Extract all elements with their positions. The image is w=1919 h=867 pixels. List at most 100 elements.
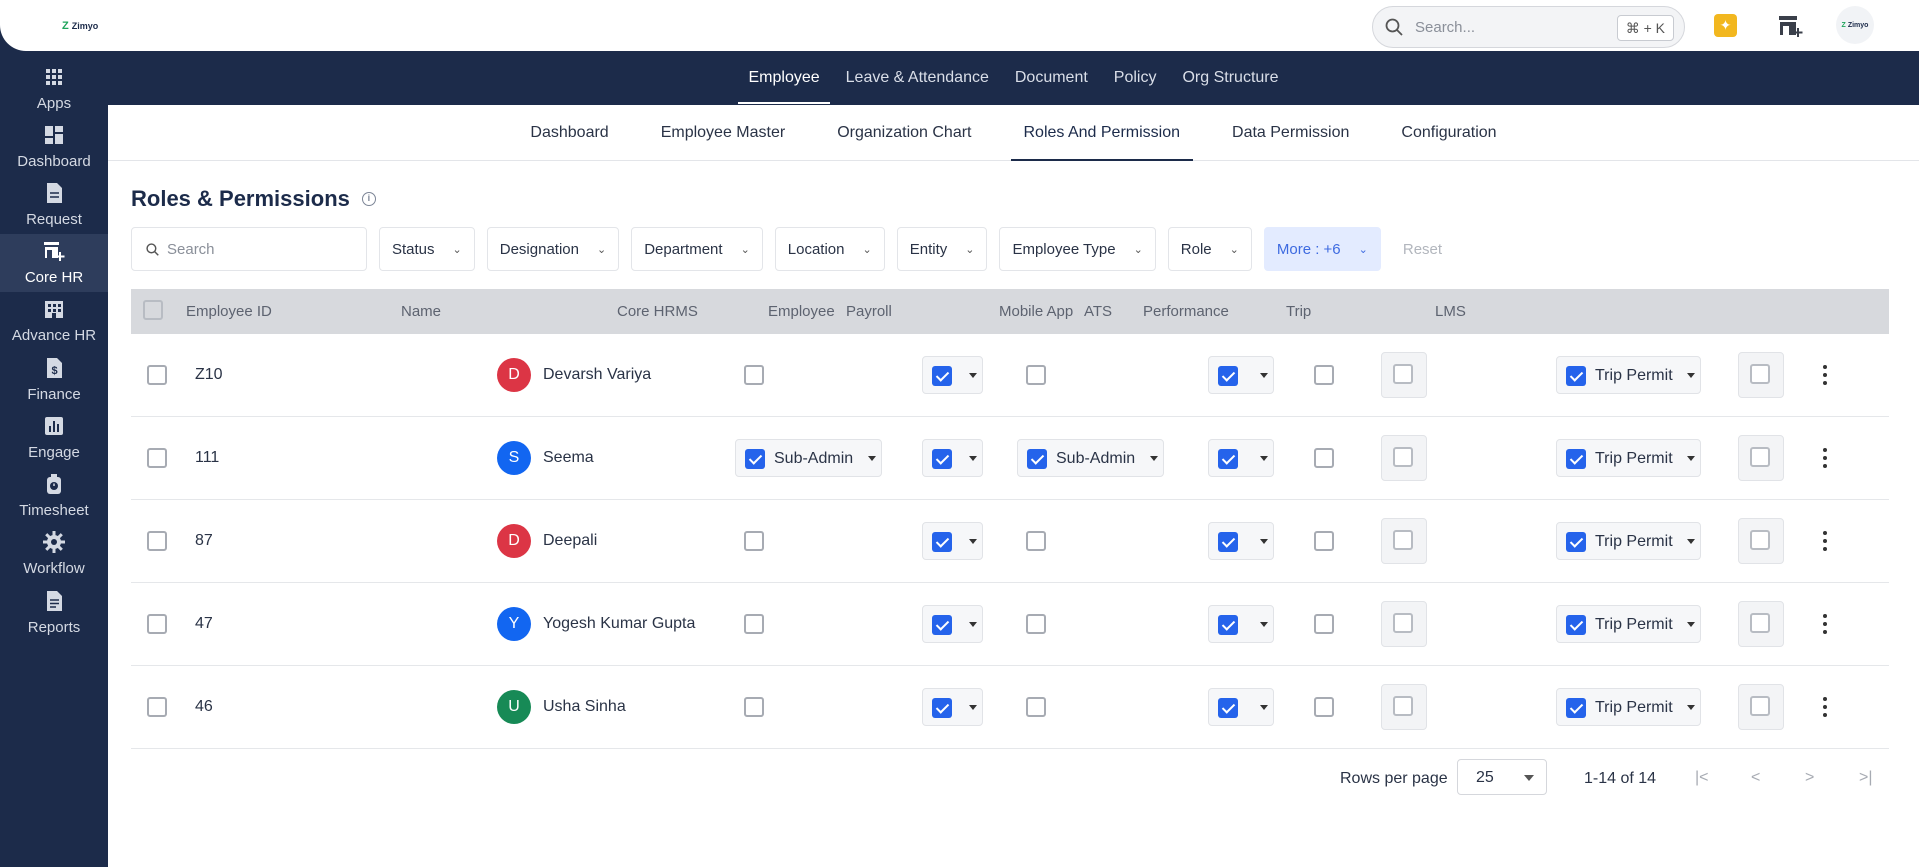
more-options-icon[interactable] [1822,697,1828,717]
payroll-role-dropdown[interactable]: Sub-Admin [1017,439,1164,477]
filter-designation-dropdown[interactable]: Designation ⌄ [486,227,620,271]
lms-checkbox[interactable] [1738,684,1784,730]
performance-checkbox[interactable] [1381,352,1427,398]
sidebar-item-core-hr[interactable]: Core HR [0,234,108,292]
trip-permit-dropdown[interactable]: Trip Permit [1556,439,1701,477]
tab-dashboard[interactable]: Dashboard [517,106,621,160]
last-page-icon[interactable]: >| [1859,769,1873,787]
tab-roles-and-permission[interactable]: Roles And Permission [1010,106,1194,161]
row-select-checkbox[interactable] [147,697,167,717]
sidebar-item-engage[interactable]: Engage [0,409,108,467]
core-hrms-checkbox[interactable] [744,614,764,634]
filter-role-dropdown[interactable]: Role ⌄ [1167,227,1252,271]
trip-permit-dropdown[interactable]: Trip Permit [1556,688,1701,726]
checkbox-checked[interactable] [932,449,952,469]
checkbox-checked[interactable] [1566,449,1586,469]
employee-name[interactable]: Deepali [543,532,597,550]
tab-employee-master[interactable]: Employee Master [648,106,799,160]
employee-access-dropdown[interactable] [922,356,983,394]
employee-access-dropdown[interactable] [922,522,983,560]
filter-employee-type-dropdown[interactable]: Employee Type ⌄ [999,227,1156,271]
checkbox-checked[interactable] [1566,698,1586,718]
checkbox-checked[interactable] [1566,366,1586,386]
checkbox-checked[interactable] [1218,449,1238,469]
lms-checkbox[interactable] [1738,352,1784,398]
checkbox[interactable] [1393,530,1413,550]
employee-access-dropdown[interactable] [922,605,983,643]
select-all-checkbox[interactable] [143,300,163,320]
sidebar-item-advance-hr[interactable]: Advance HR [0,292,108,350]
ats-checkbox[interactable] [1314,448,1334,468]
checkbox[interactable] [1393,696,1413,716]
row-select-checkbox[interactable] [147,365,167,385]
tab-data-permission[interactable]: Data Permission [1219,106,1362,160]
employee-access-dropdown[interactable] [922,439,983,477]
next-page-icon[interactable]: > [1805,769,1814,787]
more-options-icon[interactable] [1822,448,1828,468]
checkbox-checked[interactable] [1027,449,1047,469]
filter-more-dropdown[interactable]: More : +6 ⌄ [1263,227,1381,271]
employee-name[interactable]: Usha Sinha [543,698,626,716]
trip-permit-dropdown[interactable]: Trip Permit [1556,356,1701,394]
prev-page-icon[interactable]: < [1751,769,1760,787]
filter-department-dropdown[interactable]: Department ⌄ [631,227,763,271]
sidebar-item-finance[interactable]: $ Finance [0,351,108,409]
brand-logo[interactable]: Z Zimyo [62,20,98,32]
sidebar-item-timesheet[interactable]: Timesheet [0,467,108,525]
sidebar-item-request[interactable]: Request [0,176,108,234]
core-hrms-role-dropdown[interactable]: Sub-Admin [735,439,882,477]
more-options-icon[interactable] [1822,365,1828,385]
checkbox[interactable] [1393,364,1413,384]
checkbox-checked[interactable] [1218,615,1238,635]
mobile-app-access-dropdown[interactable] [1208,439,1274,477]
ats-checkbox[interactable] [1314,365,1334,385]
user-avatar[interactable]: Z Zimyo [1836,6,1874,44]
lms-checkbox[interactable] [1738,518,1784,564]
more-options-icon[interactable] [1822,531,1828,551]
checkbox-checked[interactable] [745,449,765,469]
ats-checkbox[interactable] [1314,531,1334,551]
ats-checkbox[interactable] [1314,614,1334,634]
checkbox[interactable] [1750,696,1770,716]
payroll-checkbox[interactable] [1026,531,1046,551]
mobile-app-access-dropdown[interactable] [1208,688,1274,726]
tab-organization-chart[interactable]: Organization Chart [824,106,984,160]
employee-name[interactable]: Seema [543,449,594,467]
checkbox-checked[interactable] [932,366,952,386]
performance-checkbox[interactable] [1381,435,1427,481]
checkbox[interactable] [1750,530,1770,550]
lms-checkbox[interactable] [1738,435,1784,481]
checkbox-checked[interactable] [1218,532,1238,552]
row-select-checkbox[interactable] [147,614,167,634]
payroll-checkbox[interactable] [1026,614,1046,634]
checkbox-checked[interactable] [1566,615,1586,635]
core-hrms-checkbox[interactable] [744,365,764,385]
checkbox-checked[interactable] [1218,698,1238,718]
main-nav-org-structure[interactable]: Org Structure [1182,52,1278,104]
trip-permit-dropdown[interactable]: Trip Permit [1556,522,1701,560]
mobile-app-access-dropdown[interactable] [1208,605,1274,643]
performance-checkbox[interactable] [1381,684,1427,730]
sidebar-item-reports[interactable]: Reports [0,584,108,642]
lms-checkbox[interactable] [1738,601,1784,647]
core-hrms-checkbox[interactable] [744,697,764,717]
main-nav-document[interactable]: Document [1015,52,1088,104]
sidebar-item-workflow[interactable]: Workflow [0,525,108,583]
payroll-checkbox[interactable] [1026,365,1046,385]
sidebar-item-apps[interactable]: Apps [0,60,108,118]
mobile-app-access-dropdown[interactable] [1208,356,1274,394]
sparkle-icon[interactable]: ✦ [1714,14,1737,37]
checkbox[interactable] [1393,447,1413,467]
sidebar-item-dashboard[interactable]: Dashboard [0,118,108,176]
store-plus-icon[interactable] [1778,14,1804,38]
performance-checkbox[interactable] [1381,601,1427,647]
row-select-checkbox[interactable] [147,531,167,551]
first-page-icon[interactable]: |< [1695,769,1709,787]
rows-per-page-select[interactable]: 25 [1457,759,1547,795]
performance-checkbox[interactable] [1381,518,1427,564]
reset-button[interactable]: Reset [1393,241,1442,258]
global-search[interactable]: Search... ⌘ + K [1372,6,1685,48]
employee-name[interactable]: Devarsh Variya [543,366,651,384]
info-icon[interactable]: i [361,192,376,206]
core-hrms-checkbox[interactable] [744,531,764,551]
